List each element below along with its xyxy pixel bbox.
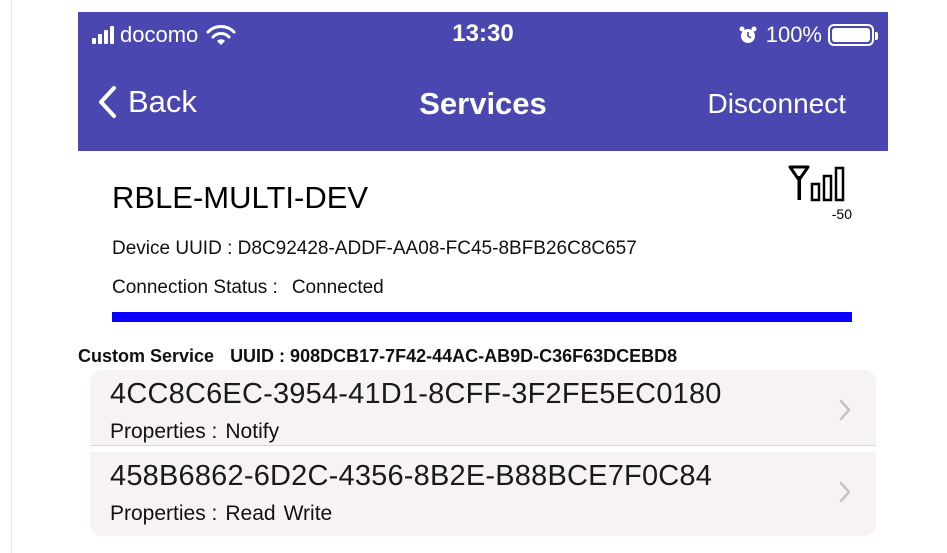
property-value: Read xyxy=(225,502,276,525)
characteristic-uuid: 4CC8C6EC-3954-41D1-8CFF-3F2FE5EC0180 xyxy=(110,378,722,410)
connection-status-label: Connection Status : xyxy=(112,277,278,298)
device-name: RBLE-MULTI-DEV xyxy=(112,180,369,215)
property-value: Write xyxy=(283,502,333,525)
service-header: Custom Service UUID : 908DCB17-7F42-44AC-… xyxy=(78,346,888,367)
back-label: Back xyxy=(128,84,197,119)
app-header: docomo 13:30 100% Back Services Disconne… xyxy=(78,12,888,151)
property-value: Notify xyxy=(225,420,280,443)
antenna-signal-icon xyxy=(788,165,845,202)
battery-percent: 100% xyxy=(765,22,822,47)
characteristic-properties: Properties : Notify xyxy=(110,420,287,444)
chevron-right-icon xyxy=(839,399,851,421)
navigation-bar: Back Services Disconnect xyxy=(78,72,888,132)
service-name: Custom Service xyxy=(78,346,215,366)
battery-fill xyxy=(832,28,870,42)
left-edge-divider xyxy=(0,0,12,553)
characteristic-row[interactable]: 458B6862-6D2C-4356-8B2E-B88BCE7F0C84 Pro… xyxy=(90,452,876,536)
rssi-indicator: -50 xyxy=(788,164,858,224)
properties-label: Properties : xyxy=(110,420,218,443)
battery-status: 100% xyxy=(738,22,878,48)
device-uuid: Device UUID : D8C92428-ADDF-AA08-FC45-8B… xyxy=(112,238,637,259)
connection-progress-bar xyxy=(112,312,852,322)
connection-status-value: Connected xyxy=(291,277,384,298)
characteristic-uuid: 458B6862-6D2C-4356-8B2E-B88BCE7F0C84 xyxy=(110,460,713,492)
status-bar: docomo 13:30 100% xyxy=(78,12,888,56)
service-uuid: UUID : 908DCB17-7F42-44AC-AB9D-C36F63DCE… xyxy=(230,346,678,366)
characteristic-properties: Properties : Read Write xyxy=(110,502,340,526)
alarm-icon xyxy=(739,26,757,43)
phone-screen: docomo 13:30 100% Back Services Disconne… xyxy=(78,12,888,553)
rssi-value: -50 xyxy=(831,206,852,222)
characteristic-row[interactable]: 4CC8C6EC-3954-41D1-8CFF-3F2FE5EC0180 Pro… xyxy=(90,370,876,446)
disconnect-button[interactable]: Disconnect xyxy=(707,88,846,120)
chevron-left-icon xyxy=(99,86,116,118)
chevron-right-icon xyxy=(839,481,851,503)
battery-icon xyxy=(828,24,878,46)
connection-status: Connection Status : Connected xyxy=(112,277,384,299)
back-button[interactable]: Back xyxy=(96,84,197,120)
properties-label: Properties : xyxy=(110,502,218,525)
